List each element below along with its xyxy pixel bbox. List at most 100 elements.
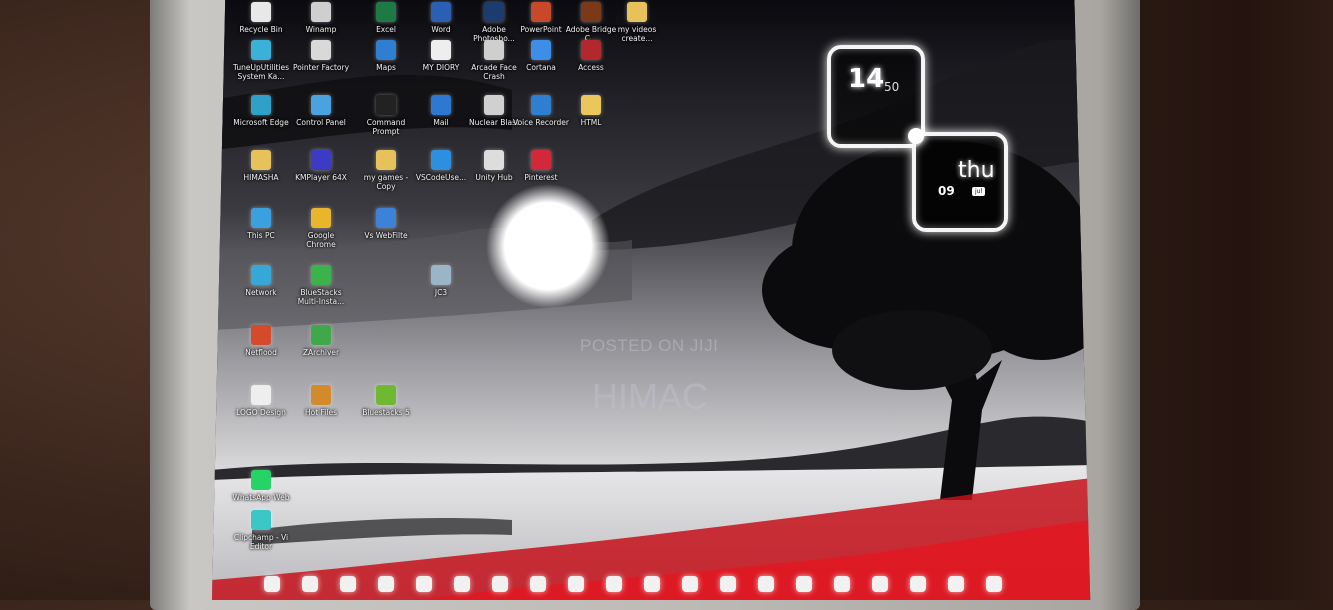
logo-file-icon (251, 385, 271, 405)
desktop-icon[interactable]: Winamp (292, 2, 350, 34)
winamp-icon (311, 2, 331, 22)
compass-icon[interactable] (416, 576, 432, 592)
desktop-icon[interactable]: Access (562, 40, 620, 72)
kmplayer-icon (311, 150, 331, 170)
desktop-icon[interactable]: Command Prompt (357, 95, 415, 136)
font-icon[interactable] (910, 576, 926, 592)
taskbar (212, 568, 1090, 600)
desktop-icon-label: Mail (433, 118, 449, 127)
desktop-icon[interactable]: Network (232, 265, 290, 297)
desktop-icon-label: LOGO Design (236, 408, 286, 417)
desktop-icon[interactable]: Mail (412, 95, 470, 127)
weibo-icon[interactable] (834, 576, 850, 592)
desktop-icon[interactable]: ZArchiver (292, 325, 350, 357)
desktop-icon[interactable]: Maps (357, 40, 415, 72)
desktop-icon[interactable]: my videos create... (608, 2, 666, 43)
clock-date: 09 (938, 184, 955, 198)
desktop-icon-label: JC3 (434, 288, 448, 297)
desktop-icon-label: Control Panel (296, 118, 346, 127)
settings-icon[interactable] (948, 576, 964, 592)
zarchiver-icon (311, 325, 331, 345)
nuclear-icon (484, 95, 504, 115)
desktop-icon[interactable]: Microsoft Edge (232, 95, 290, 127)
desktop-icon[interactable]: WhatsApp Web (232, 470, 290, 502)
desktop-icon[interactable]: TuneUpUtilities System Ka... (232, 40, 290, 81)
desktop-icon-label: Microsoft Edge (233, 118, 289, 127)
desktop-icon[interactable]: Excel (357, 2, 415, 34)
cortana-icon (531, 40, 551, 60)
desktop-icon[interactable]: MY DIORY (412, 40, 470, 72)
watermark-posted-on: POSTED ON JIJI (580, 336, 719, 355)
pdf-icon[interactable] (492, 576, 508, 592)
desktop-icon[interactable]: Netflood (232, 325, 290, 357)
home-icon[interactable] (264, 576, 280, 592)
desktop-icon[interactable]: Word (412, 2, 470, 34)
edge-icon (251, 95, 271, 115)
desktop-icon-label: HIMASHA (243, 173, 279, 182)
photoshop-icon (484, 2, 504, 22)
desktop-icon-label: VSCodeUse... (415, 173, 467, 182)
desktop-icon[interactable]: VSCodeUse... (412, 150, 470, 182)
wall-background (1110, 0, 1333, 600)
video-icon[interactable] (758, 576, 774, 592)
unity-icon (484, 150, 504, 170)
desktop-icon[interactable]: Hot Files (292, 385, 350, 417)
arrow-icon[interactable] (530, 576, 546, 592)
location-icon[interactable] (568, 576, 584, 592)
desktop-icon-label: MY DIORY (422, 63, 460, 72)
desktop-icon[interactable]: This PC (232, 208, 290, 240)
recycle-bin-icon (251, 2, 271, 22)
desktop-icon[interactable]: Pinterest (512, 150, 570, 182)
desktop-icon-label: Network (245, 288, 277, 297)
desktop-icon-label: WhatsApp Web (232, 493, 290, 502)
desktop-icon[interactable]: JC3 (412, 265, 470, 297)
desktop-icon[interactable]: HIMASHA (232, 150, 290, 182)
tuneup-icon (251, 40, 271, 60)
desktop-icon[interactable]: Clipchamp - Vi Editor (232, 510, 290, 551)
file-icon[interactable] (340, 576, 356, 592)
desktop-icon[interactable]: Recycle Bin (232, 2, 290, 34)
desktop-icon[interactable]: Vs WebFilte (357, 208, 415, 240)
twitch-icon[interactable] (682, 576, 698, 592)
chat-icon[interactable] (720, 576, 736, 592)
battery-icon[interactable] (986, 576, 1002, 592)
desktop-icon-label: Clipchamp - Vi Editor (233, 533, 289, 551)
desktop-icon[interactable]: BlueStacks Multi-Insta... (292, 265, 350, 306)
desktop-icon-label: Excel (376, 25, 396, 34)
hot-files-icon (311, 385, 331, 405)
adobe-bridge-icon (581, 2, 601, 22)
clock-icon[interactable] (302, 576, 318, 592)
desktop-icon[interactable]: Google Chrome (292, 208, 350, 249)
vlc-icon[interactable] (606, 576, 622, 592)
dropbox-icon[interactable] (454, 576, 470, 592)
gmail-icon[interactable] (872, 576, 888, 592)
excel-icon (376, 2, 396, 22)
desktop-icon[interactable]: Bluestacks 5 (357, 385, 415, 417)
desktop-icon-label: Netflood (245, 348, 277, 357)
desktop-icon[interactable]: LOGO Design (232, 385, 290, 417)
desktop-icon[interactable]: my games - Copy (357, 150, 415, 191)
folder-icon (376, 150, 396, 170)
desktop-icon-label: Access (578, 63, 604, 72)
store-icon[interactable] (378, 576, 394, 592)
desktop-icon[interactable]: HTML (562, 95, 620, 127)
vscode-icon (431, 150, 451, 170)
voice-recorder-icon (531, 95, 551, 115)
folder-icon (251, 150, 271, 170)
desktop-icon[interactable]: KMPlayer 64X (292, 150, 350, 182)
desktop-icon[interactable]: Pointer Factory (292, 40, 350, 72)
clock-hour: 14 (848, 64, 885, 94)
desktop-icon-label: TuneUpUtilities System Ka... (232, 63, 290, 81)
desktop-icon-label: HTML (580, 118, 602, 127)
desktop-icon-label: Vs WebFilte (364, 231, 408, 240)
network-icon (251, 265, 271, 285)
desktop-icon[interactable]: Control Panel (292, 95, 350, 127)
chrome-icon[interactable] (796, 576, 812, 592)
whatsapp-icon (251, 470, 271, 490)
monitor-screen: Recycle Bin Winamp Excel Word Adobe Photosho… (212, 0, 1091, 600)
document-icon (431, 40, 451, 60)
tools-icon[interactable] (644, 576, 660, 592)
maps-icon (376, 40, 396, 60)
access-icon (581, 40, 601, 60)
clipchamp-icon (251, 510, 271, 530)
